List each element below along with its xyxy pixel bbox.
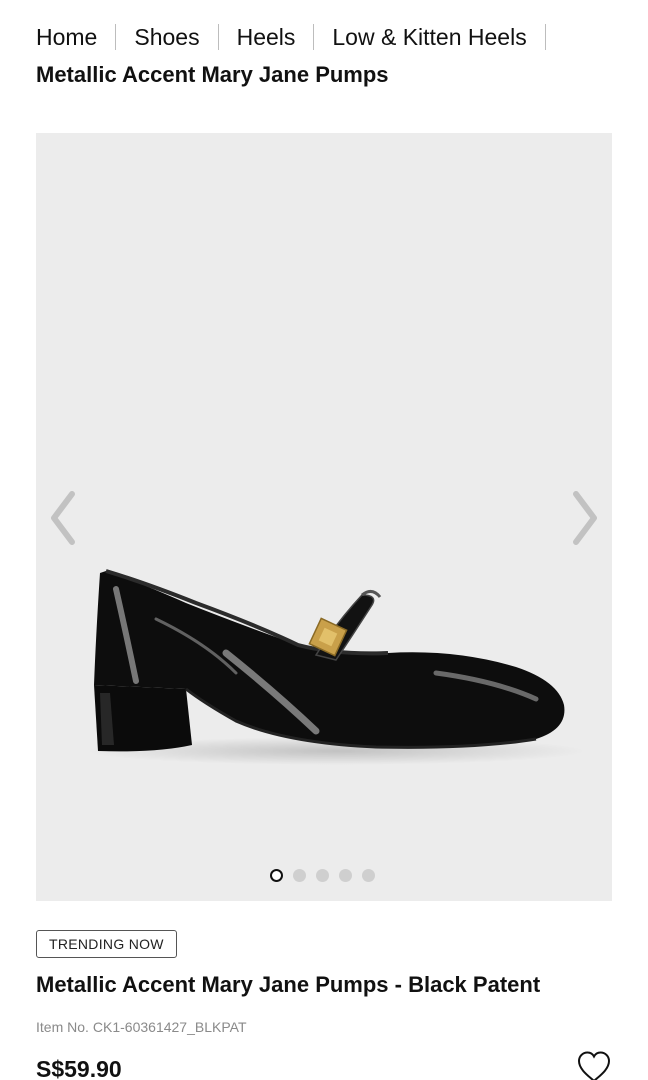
page-title: Metallic Accent Mary Jane Pumps	[36, 62, 389, 87]
breadcrumb-item-low-kitten-heels[interactable]: Low & Kitten Heels	[332, 22, 526, 52]
chevron-left-icon[interactable]	[44, 488, 84, 548]
item-number-label: Item No.	[36, 1019, 89, 1035]
pagination-dot-4[interactable]	[339, 869, 352, 882]
breadcrumb-separator	[544, 24, 546, 50]
breadcrumb: Home Shoes Heels Low & Kitten Heels	[36, 22, 564, 52]
breadcrumb-item-home[interactable]: Home	[36, 22, 97, 52]
breadcrumb-item-shoes[interactable]: Shoes	[134, 22, 199, 52]
heart-icon[interactable]	[576, 1050, 612, 1080]
pagination-dot-5[interactable]	[362, 869, 375, 882]
breadcrumb-item-heels[interactable]: Heels	[237, 22, 296, 52]
pagination-dot-1[interactable]	[270, 869, 283, 882]
chevron-right-icon[interactable]	[566, 488, 606, 548]
product-name: Metallic Accent Mary Jane Pumps - Black …	[36, 972, 541, 997]
pagination-dot-2[interactable]	[293, 869, 306, 882]
product-image	[86, 569, 586, 765]
gallery-pagination	[270, 869, 375, 882]
breadcrumb-separator	[115, 24, 117, 50]
item-number: Item No. CK1-60361427_BLKPAT	[36, 1017, 247, 1037]
trending-badge: TRENDING NOW	[36, 930, 177, 958]
product-image-gallery[interactable]	[36, 133, 612, 901]
item-number-value: CK1-60361427_BLKPAT	[92, 1019, 247, 1035]
product-page: Home Shoes Heels Low & Kitten Heels Meta…	[0, 0, 648, 1080]
product-price: S$59.90	[36, 1056, 122, 1080]
breadcrumb-separator	[313, 24, 315, 50]
breadcrumb-separator	[217, 24, 219, 50]
pagination-dot-3[interactable]	[316, 869, 329, 882]
